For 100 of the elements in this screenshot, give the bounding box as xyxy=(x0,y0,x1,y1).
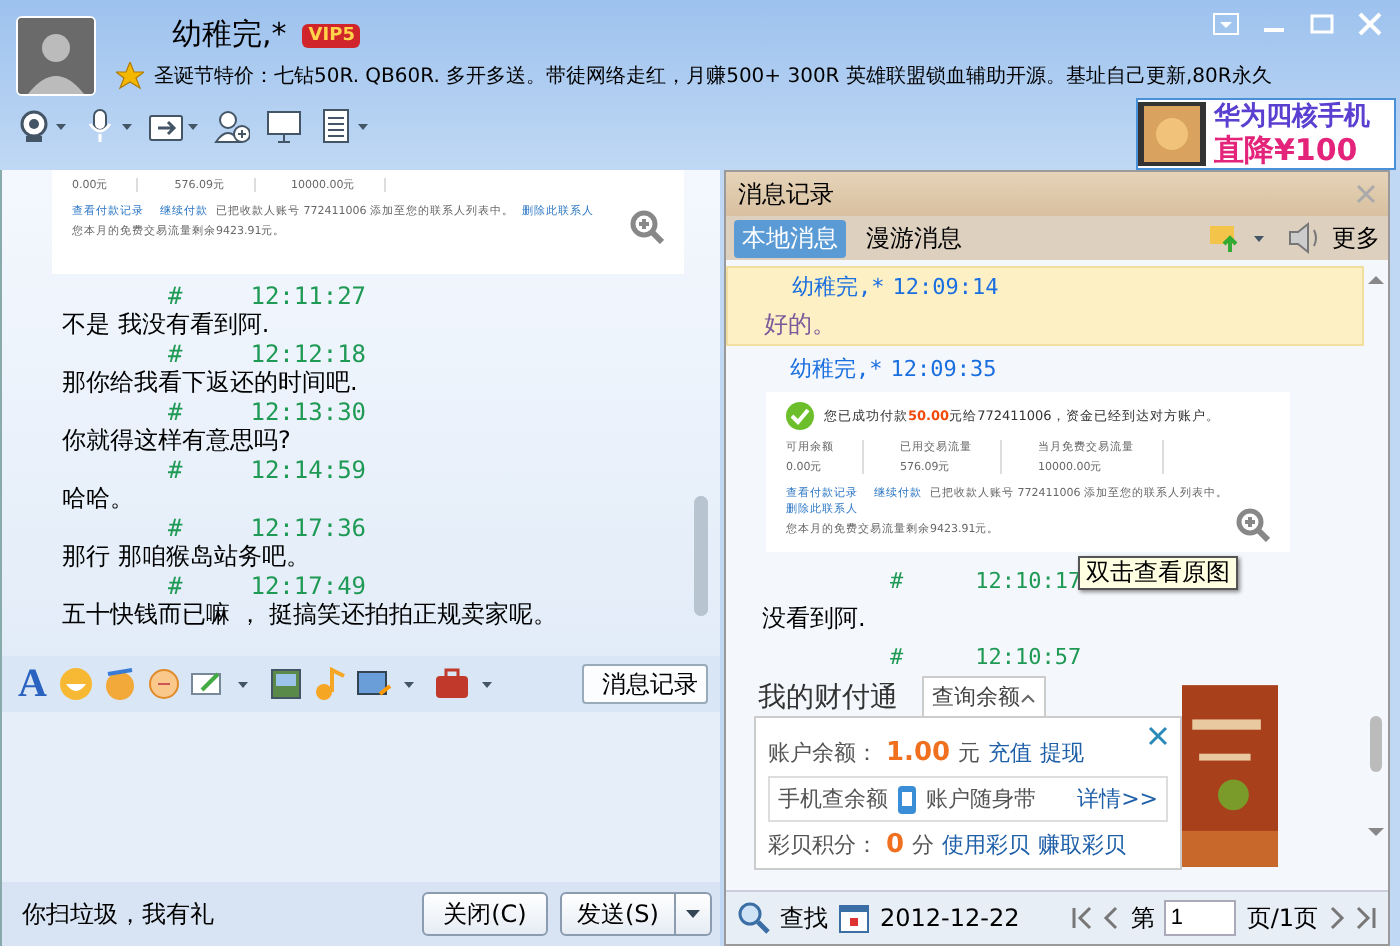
action-link[interactable]: 提现 xyxy=(1040,738,1085,768)
message-text: 那行 那咱猴岛站务吧。 xyxy=(62,542,312,572)
message-time: 12:12:18 xyxy=(250,340,367,368)
balance-tab[interactable]: 查询余额 xyxy=(922,676,1046,716)
details-link[interactable]: 详情>> xyxy=(1077,784,1158,814)
caret-icon[interactable] xyxy=(404,681,414,687)
caret-icon[interactable] xyxy=(238,681,248,687)
panel-title: 消息记录 xyxy=(738,177,834,211)
signature-text: 圣诞节特价：七钻50R. QB60R. 多开多送。带徒网络走红，月赚500+ 300R 英雄联盟锁血辅助开源。基址自己更新,80R永久 xyxy=(154,63,1272,90)
widget-title: 我的财付通 xyxy=(756,680,898,716)
export-icon[interactable] xyxy=(1208,222,1238,254)
sender-name: # xyxy=(168,456,183,484)
sender-name: 幼稚完,* xyxy=(790,354,883,386)
message-text: 没看到阿. xyxy=(760,602,866,636)
toolbox-icon[interactable] xyxy=(434,666,470,702)
more-link[interactable]: 更多 xyxy=(1332,221,1380,255)
sender-name: # xyxy=(168,514,183,542)
message-time: 12:09:35 xyxy=(890,354,997,386)
document-icon[interactable] xyxy=(318,108,354,144)
caret-icon[interactable] xyxy=(122,123,132,129)
zoom-icon[interactable] xyxy=(630,210,664,244)
message-time: 12:10:57 xyxy=(975,642,1082,674)
send-options-button[interactable] xyxy=(676,892,712,936)
message-time: 12:13:30 xyxy=(250,398,367,426)
ad-banner[interactable]: 华为四核手机 直降¥100 xyxy=(1136,98,1396,170)
contact-name: 幼稚完,* xyxy=(172,16,287,54)
star-icon xyxy=(116,62,144,90)
ad-text: 华为四核手机 xyxy=(1214,102,1370,134)
tooltip: 双击查看原图 xyxy=(1078,556,1238,590)
caret-icon[interactable] xyxy=(56,123,66,129)
message-time: 12:17:36 xyxy=(250,514,367,542)
previous-page-icon[interactable] xyxy=(1102,906,1121,930)
scrollbar-thumb[interactable] xyxy=(694,496,708,616)
search-icon[interactable] xyxy=(738,902,770,934)
message-text: 哈哈。 xyxy=(62,484,136,514)
points-label: 彩贝积分： xyxy=(768,830,878,860)
send-button[interactable]: 发送(S) xyxy=(560,892,676,936)
caret-icon[interactable] xyxy=(358,123,368,129)
chevron-icon xyxy=(1020,692,1036,704)
speaker-icon[interactable] xyxy=(1288,220,1320,256)
calendar-icon[interactable] xyxy=(838,902,870,934)
action-link[interactable]: 赚取彩贝 xyxy=(1038,830,1127,860)
page-count: 页/1页 xyxy=(1246,901,1318,935)
sender-name: # xyxy=(890,566,904,598)
face-icon[interactable] xyxy=(102,666,138,702)
action-link[interactable]: 使用彩贝 xyxy=(942,830,1031,860)
phone-icon xyxy=(896,785,918,813)
mobile-text: 手机查余额 xyxy=(778,784,888,814)
sticker-icon[interactable] xyxy=(146,666,182,702)
caret-icon xyxy=(686,910,700,918)
check-icon xyxy=(786,402,814,430)
balance-amount: 1.00 xyxy=(886,738,951,768)
monitor-icon[interactable] xyxy=(266,108,302,144)
first-page-icon[interactable] xyxy=(1072,906,1093,930)
ad-price: 直降¥100 xyxy=(1214,134,1360,166)
image-icon[interactable] xyxy=(268,666,304,702)
points-value: 0 xyxy=(886,830,905,860)
caret-icon[interactable] xyxy=(188,123,198,129)
sender-name: # xyxy=(168,282,183,310)
page-label: 第 xyxy=(1130,901,1155,935)
caret-icon[interactable] xyxy=(482,681,492,687)
message-time: 12:11:27 xyxy=(250,282,367,310)
tab[interactable]: 漫游消息 xyxy=(858,219,970,257)
mobile-tag: 账户随身带 xyxy=(926,784,1036,814)
close-icon[interactable] xyxy=(1148,726,1168,746)
message-time: 12:10:17 xyxy=(975,566,1082,598)
message-text: 不是 我没有看到阿. xyxy=(62,310,272,340)
caret-icon[interactable] xyxy=(1254,235,1264,241)
points-unit: 分 xyxy=(912,830,935,860)
promo-text: 你扫垃圾，我有礼 xyxy=(22,897,216,931)
close-button[interactable]: 关闭(C) xyxy=(422,892,548,936)
sender-name: 幼稚完,* xyxy=(792,272,885,304)
page-input[interactable]: 1 xyxy=(1164,900,1237,936)
message-text: 那你给我看下返还的时间吧. xyxy=(62,368,360,398)
font-button[interactable]: A xyxy=(18,661,50,707)
message-text: 你就得这样有意思吗? xyxy=(62,426,293,456)
message-text: 好的。 xyxy=(762,308,836,342)
sender-name: # xyxy=(168,398,183,426)
action-link[interactable]: 充值 xyxy=(988,738,1033,768)
message-time: 12:17:49 xyxy=(250,572,367,600)
avatar[interactable] xyxy=(16,16,96,96)
date-text[interactable]: 2012-12-22 xyxy=(880,904,1020,932)
next-page-icon[interactable] xyxy=(1328,906,1346,930)
message-time: 12:09:14 xyxy=(892,272,999,304)
add-person-icon[interactable] xyxy=(214,108,250,144)
balance-label: 账户余额： xyxy=(768,738,878,768)
search-link[interactable]: 查找 xyxy=(780,901,828,935)
balance-unit: 元 xyxy=(958,738,981,768)
last-page-icon[interactable] xyxy=(1356,906,1376,930)
zoom-icon[interactable] xyxy=(1236,508,1270,542)
message-time: 12:14:59 xyxy=(250,456,367,484)
scrollbar[interactable] xyxy=(1368,276,1384,840)
vip-badge: VIP5 xyxy=(302,23,361,47)
selected-message[interactable]: 幼稚完,* 12:09:14 好的。 xyxy=(726,266,1364,346)
message-input[interactable] xyxy=(2,712,720,882)
sender-name: # xyxy=(890,642,904,674)
message-text: 五十快钱而已嘛 ， 挺搞笑还拍拍正规卖家呢。 xyxy=(62,600,560,630)
webcam-icon[interactable] xyxy=(16,108,52,144)
sender-name: # xyxy=(168,572,183,600)
history-button[interactable]: 消息记录 xyxy=(582,664,708,704)
